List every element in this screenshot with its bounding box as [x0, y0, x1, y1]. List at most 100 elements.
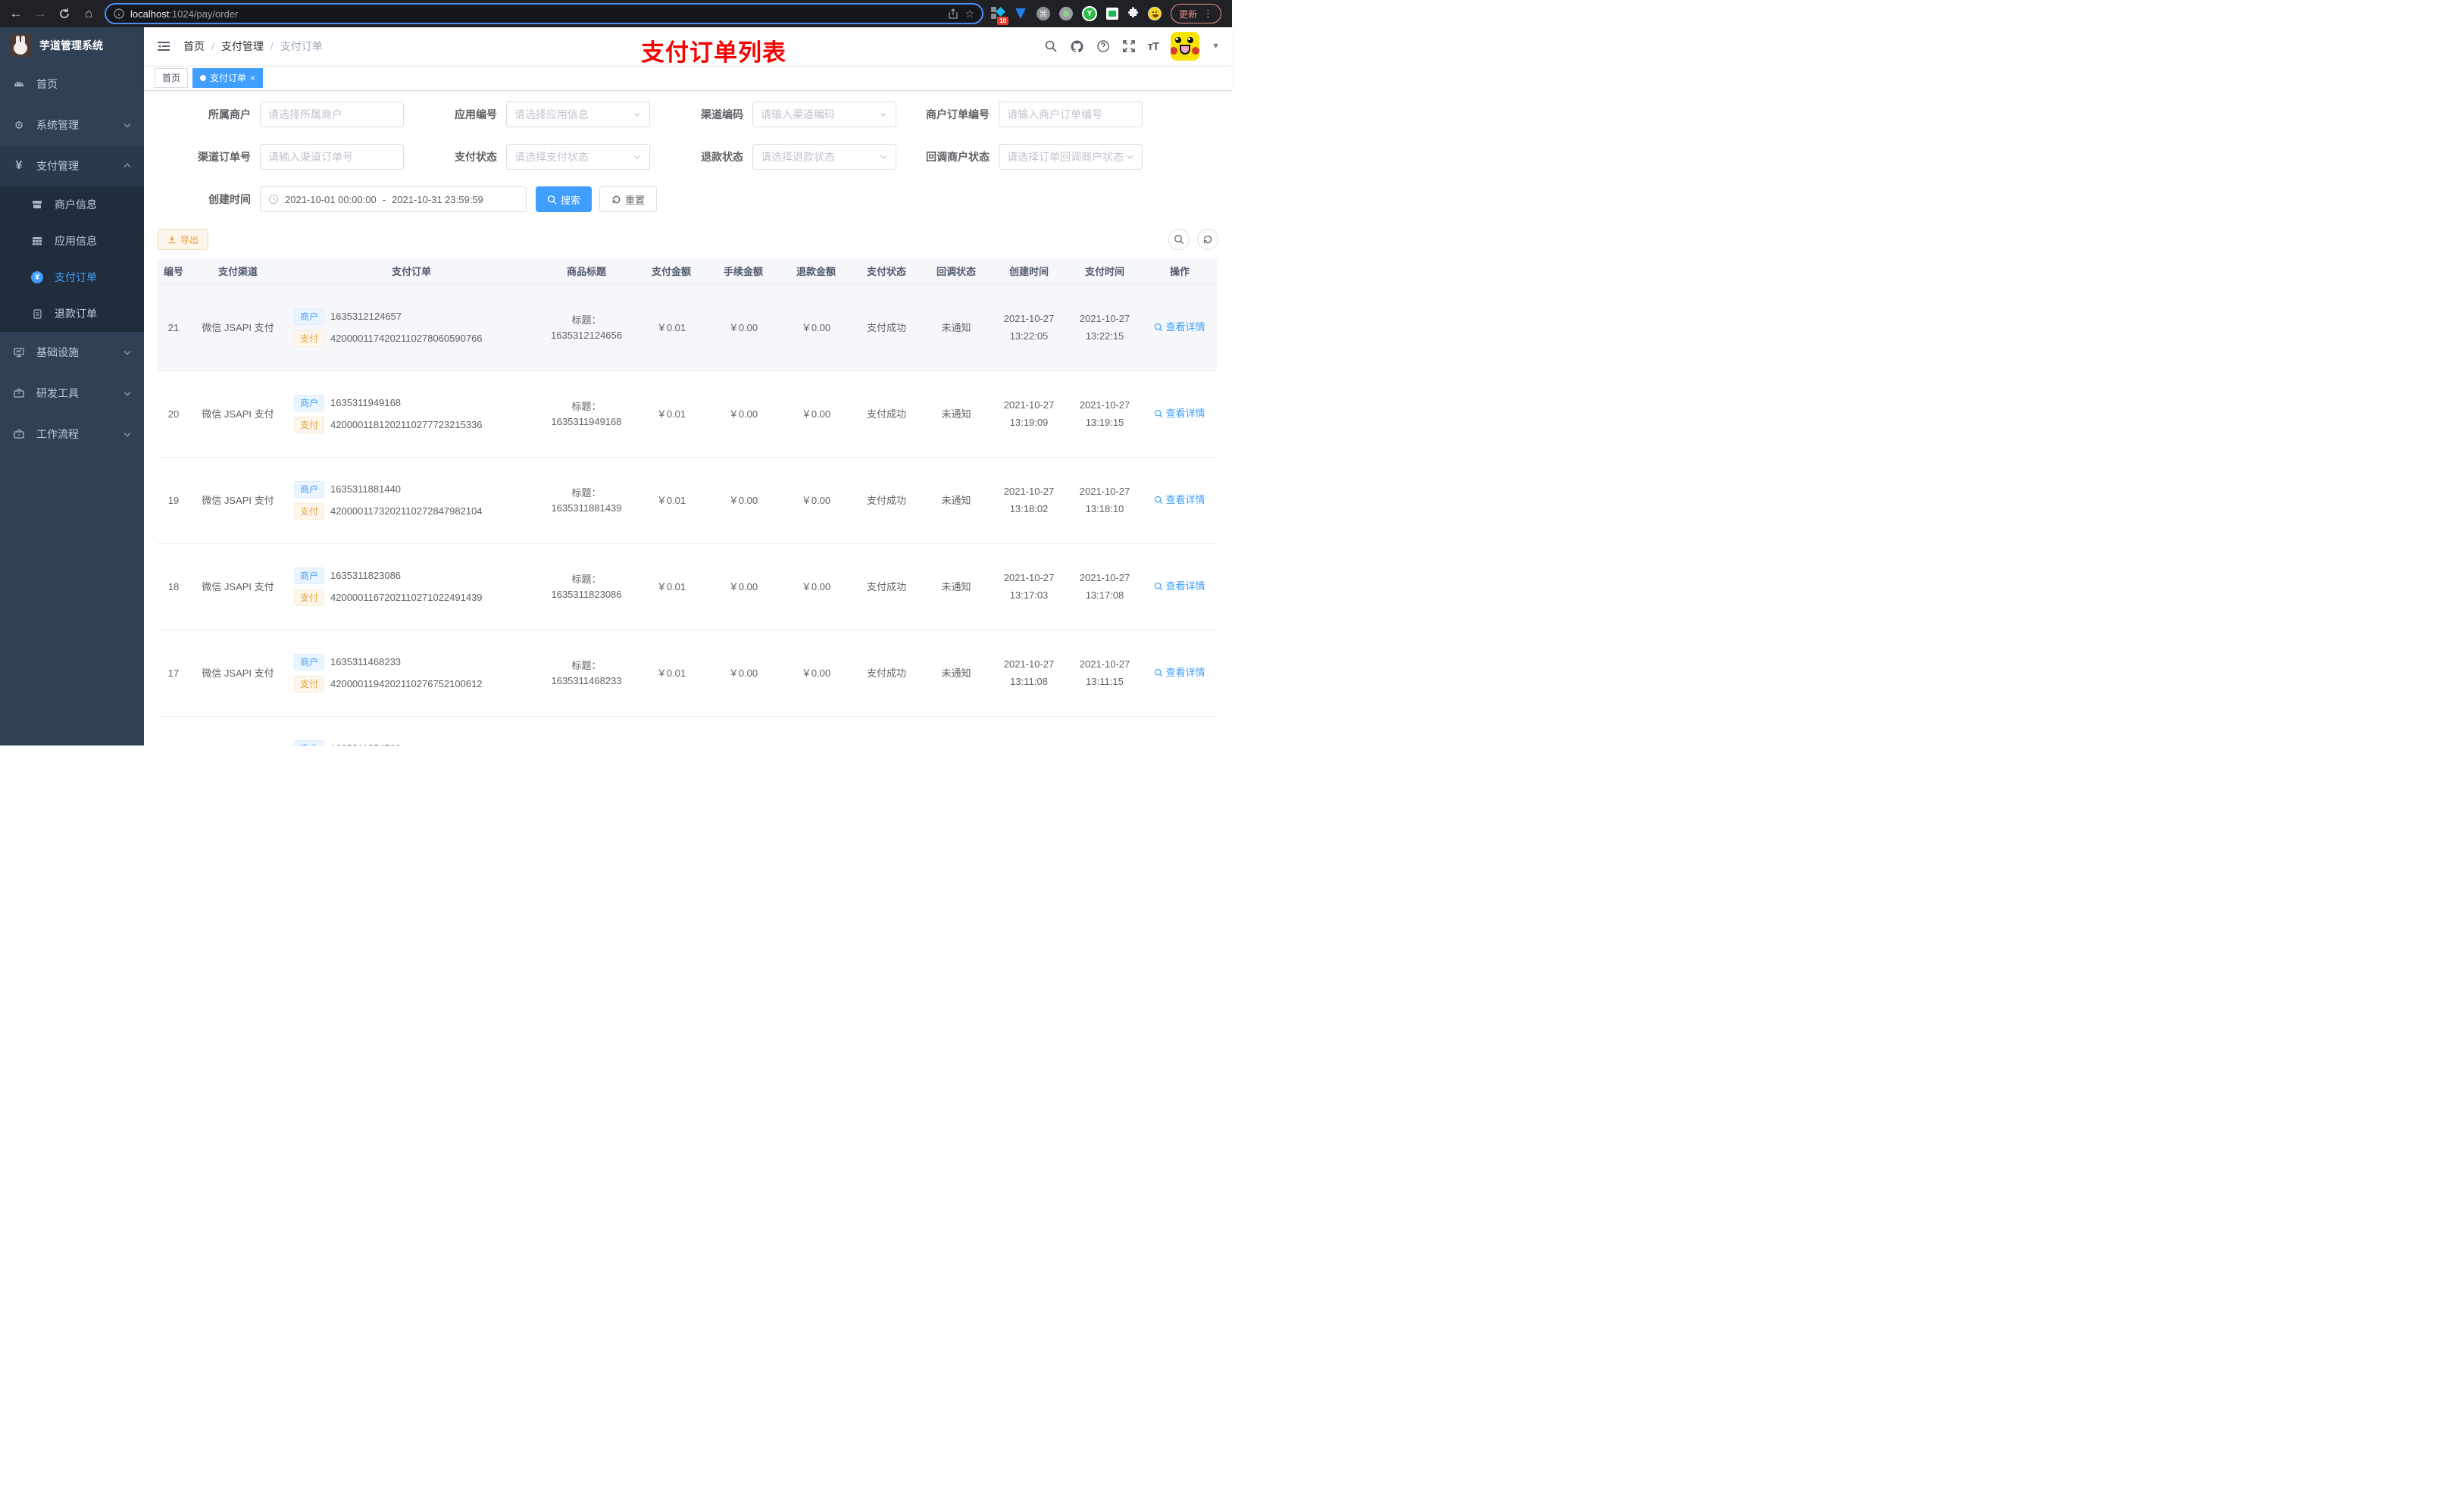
fullscreen-icon[interactable]: [1122, 39, 1136, 53]
chevron-down-icon: [123, 430, 132, 439]
sidebar-item-refund-order[interactable]: 退款订单: [0, 295, 144, 332]
url-text: localhost:1024/pay/order: [130, 8, 239, 20]
sidebar-item-home[interactable]: 首页: [0, 64, 144, 105]
merchant-order-no-input[interactable]: [999, 102, 1143, 127]
chevron-down-icon: [879, 110, 888, 119]
extension-dot-icon[interactable]: [1059, 7, 1073, 20]
pay-tag: 支付: [294, 417, 325, 433]
notify-status-label: 回调商户状态: [926, 151, 990, 163]
user-avatar[interactable]: [1171, 32, 1200, 61]
merchant-order-no-label: 商户订单编号: [926, 108, 990, 120]
view-detail-link[interactable]: 查看详情: [1154, 492, 1205, 508]
merchant-tag: 商户: [294, 308, 325, 325]
view-detail-link[interactable]: 查看详情: [1154, 406, 1205, 421]
channel-code-select[interactable]: [752, 102, 896, 127]
pay-tag: 支付: [294, 503, 325, 520]
view-detail-link[interactable]: 查看详情: [1154, 320, 1205, 335]
sidebar-item-merchant-info[interactable]: 商户信息: [0, 186, 144, 223]
search-button[interactable]: 搜索: [536, 186, 593, 212]
toolbox-icon: [12, 387, 26, 399]
extension-y-icon[interactable]: Y: [1082, 6, 1097, 21]
payment-submenu: 商户信息 应用信息 ¥ 支付订单 退款订单: [0, 186, 144, 332]
refund-status-select[interactable]: [752, 144, 896, 170]
extension-gem-icon[interactable]: [1014, 7, 1027, 20]
search-icon: [1174, 235, 1184, 244]
grid-table-icon: [30, 235, 44, 247]
sidebar-item-app-info[interactable]: 应用信息: [0, 223, 144, 259]
browser-bar: ← → ⌂ localhost:1024/pay/order ☆ 10 ⌘ Y …: [0, 0, 1232, 27]
refresh-table-button[interactable]: [1197, 229, 1218, 250]
extension-chat-icon[interactable]: [1106, 8, 1118, 20]
view-detail-link[interactable]: 查看详情: [1154, 579, 1205, 594]
sidebar-collapse-icon[interactable]: [156, 39, 171, 54]
table-header-row: 编号 支付渠道 支付订单 商品标题 支付金额 手续金额 退款金额 支付状态 回调…: [158, 259, 1217, 285]
merchant-label: 所属商户: [208, 108, 251, 120]
channel-order-no-input[interactable]: [260, 144, 404, 170]
tag-close-icon[interactable]: ×: [250, 73, 255, 83]
search-icon: [1155, 409, 1163, 417]
tags-view: 首页 支付订单 ×: [144, 65, 1232, 91]
extension-command-icon[interactable]: ⌘: [1037, 7, 1050, 20]
chevron-down-icon: [123, 389, 132, 398]
export-button[interactable]: 导出: [158, 229, 209, 250]
view-detail-link[interactable]: 查看详情: [1154, 665, 1205, 680]
refresh-icon: [612, 195, 621, 203]
share-icon[interactable]: [948, 8, 958, 19]
sidebar-item-system[interactable]: ⚙ 系统管理: [0, 105, 144, 145]
browser-menu-icon[interactable]: ⋮: [1203, 8, 1213, 20]
merchant-tag: 商户: [294, 740, 325, 746]
sidebar-item-pay-order[interactable]: ¥ 支付订单: [0, 259, 144, 295]
gear-icon: ⚙: [14, 118, 24, 131]
sidebar-item-dev-tools[interactable]: 研发工具: [0, 373, 144, 414]
create-time-range-picker[interactable]: 2021-10-01 00:00:00 - 2021-10-31 23:59:5…: [260, 186, 527, 212]
document-icon: [30, 308, 44, 320]
sidebar-item-payment[interactable]: ¥ 支付管理: [0, 145, 144, 186]
merchant-select[interactable]: [260, 102, 404, 127]
profile-emoji-icon[interactable]: [1148, 7, 1162, 20]
chevron-down-icon: [633, 152, 642, 161]
github-icon[interactable]: [1070, 39, 1084, 54]
extension-blocks-icon[interactable]: 10: [991, 7, 1008, 25]
font-size-icon[interactable]: ᴛT: [1148, 40, 1159, 53]
app-select[interactable]: [506, 102, 650, 127]
browser-forward-button[interactable]: →: [32, 5, 48, 22]
tag-home[interactable]: 首页: [155, 67, 189, 88]
browser-back-button[interactable]: ←: [8, 5, 24, 22]
page-annotation: 支付订单列表: [641, 39, 786, 66]
shop-icon: [30, 198, 44, 211]
site-info-icon[interactable]: [114, 8, 124, 19]
merchant-tag: 商户: [294, 654, 325, 670]
search-icon: [1155, 323, 1163, 331]
extensions-puzzle-icon[interactable]: [1127, 7, 1139, 20]
pay-status-select[interactable]: [506, 144, 650, 170]
browser-reload-button[interactable]: [56, 5, 73, 22]
breadcrumb-home[interactable]: 首页: [183, 39, 205, 54]
range-separator: -: [382, 193, 386, 205]
browser-home-button[interactable]: ⌂: [80, 5, 97, 22]
app-logo[interactable]: 芋道管理系统: [0, 27, 144, 64]
help-icon[interactable]: [1096, 39, 1110, 53]
create-time-label: 创建时间: [208, 193, 251, 205]
browser-update-button[interactable]: 更新 ⋮: [1171, 4, 1222, 23]
avatar-caret-icon[interactable]: ▼: [1212, 42, 1220, 51]
page-content: 所属商户 应用编号 渠道编码: [144, 91, 1232, 746]
toggle-search-button[interactable]: [1168, 229, 1190, 250]
channel-order-no-label: 渠道订单号: [198, 151, 251, 163]
sidebar-item-infra[interactable]: 基础设施: [0, 332, 144, 373]
tag-pay-order[interactable]: 支付订单 ×: [192, 67, 264, 88]
breadcrumb-section[interactable]: 支付管理: [221, 39, 264, 54]
notify-status-select[interactable]: [999, 144, 1143, 170]
chevron-down-icon: [1125, 152, 1134, 161]
search-icon: [547, 195, 557, 205]
sidebar-item-workflow[interactable]: 工作流程: [0, 414, 144, 455]
search-icon[interactable]: [1044, 39, 1058, 53]
reset-button[interactable]: 重置: [599, 186, 658, 212]
address-bar[interactable]: localhost:1024/pay/order ☆: [105, 3, 983, 24]
app-label: 应用编号: [455, 108, 497, 120]
chevron-down-icon: [633, 110, 642, 119]
bookmark-star-icon[interactable]: ☆: [965, 8, 974, 20]
pay-status-label: 支付状态: [455, 151, 497, 163]
merchant-tag: 商户: [294, 395, 325, 411]
pay-tag: 支付: [294, 330, 325, 347]
circled-yen-icon: ¥: [30, 271, 44, 283]
